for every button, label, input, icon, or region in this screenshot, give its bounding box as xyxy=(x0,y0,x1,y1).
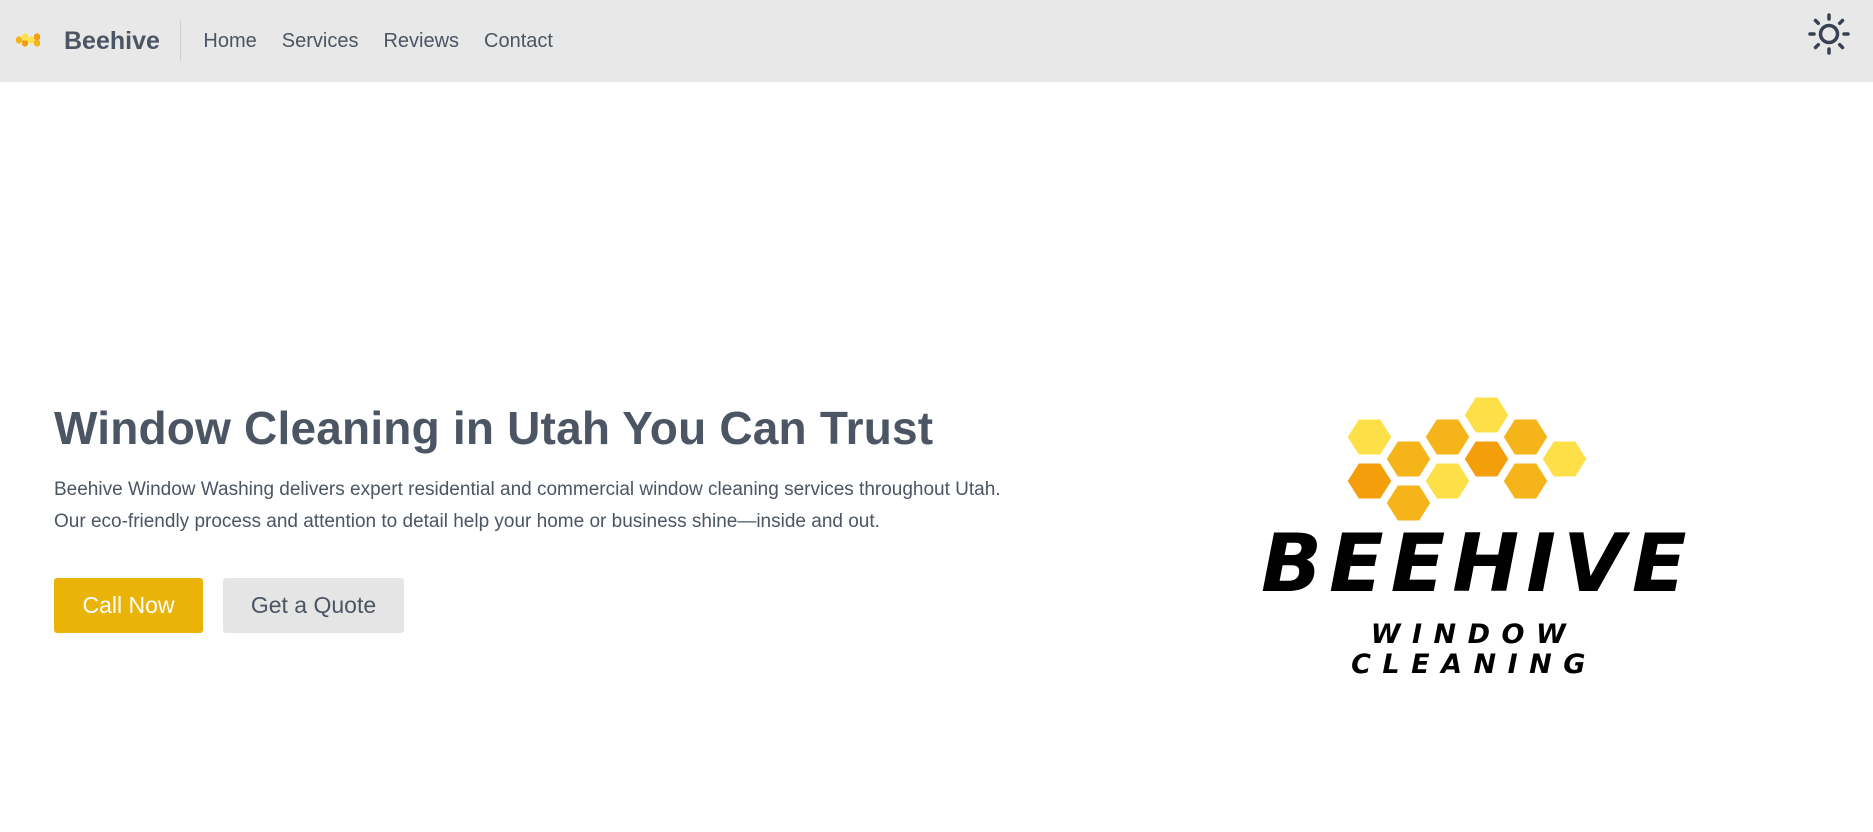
logo-tagline: WINDOW CLEANING xyxy=(1351,619,1597,680)
get-a-quote-button[interactable]: Get a Quote xyxy=(223,578,404,633)
nav-link-reviews[interactable]: Reviews xyxy=(371,30,472,53)
theme-toggle-button[interactable] xyxy=(1807,12,1851,56)
nav-link-home[interactable]: Home xyxy=(191,30,269,53)
hero-title: Window Cleaning in Utah You Can Trust xyxy=(54,402,934,454)
hero-description-line-1: Beehive Window Washing delivers expert r… xyxy=(54,479,1001,500)
beehive-logo: BEEHIVE WINDOW CLEANING xyxy=(1261,390,1695,680)
brand[interactable]: Beehive xyxy=(12,0,160,82)
cta-buttons: Call Now Get a Quote xyxy=(54,578,1114,633)
logo-wordmark: BEEHIVE xyxy=(1261,517,1694,610)
nav-link-services[interactable]: Services xyxy=(269,30,371,53)
honeycomb-icon xyxy=(16,33,40,47)
call-now-button[interactable]: Call Now xyxy=(54,578,203,633)
hero-description-line-2: Our eco-friendly process and attention t… xyxy=(54,511,880,532)
brand-name: Beehive xyxy=(64,26,160,55)
nav-link-contact[interactable]: Contact xyxy=(472,30,566,53)
top-navbar: Beehive Home Services Reviews Contact xyxy=(0,0,1873,82)
honeycomb-logo-icon xyxy=(1344,394,1590,524)
sun-icon xyxy=(1808,13,1850,55)
main-nav: Home Services Reviews Contact xyxy=(191,30,566,53)
nav-divider xyxy=(179,21,181,61)
hero-description: Beehive Window Washing delivers expert r… xyxy=(54,474,1114,538)
hero-section: Window Cleaning in Utah You Can Trust Be… xyxy=(54,398,1114,633)
